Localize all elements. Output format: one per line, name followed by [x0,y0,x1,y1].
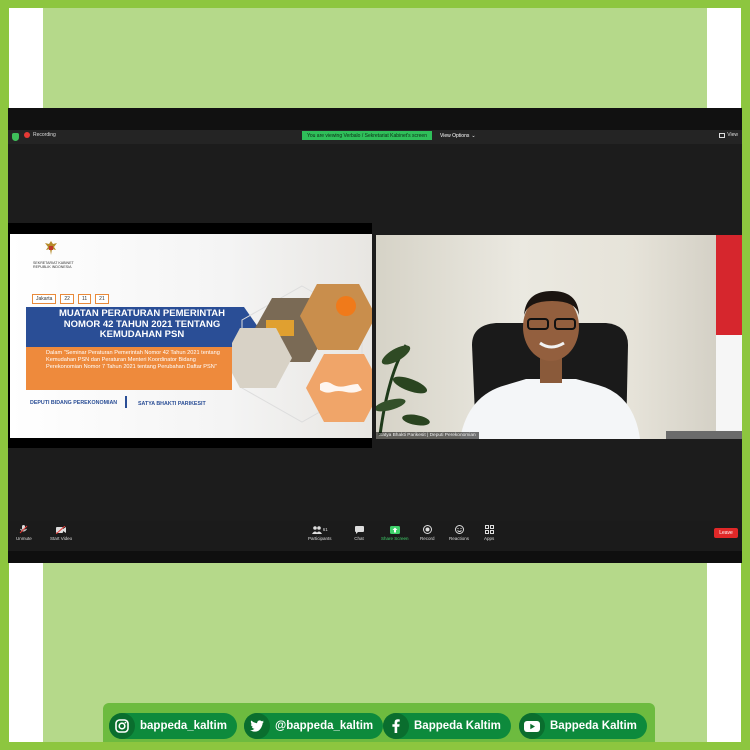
unmute-button[interactable]: Unmute [16,525,32,541]
social-facebook[interactable]: Bappeda Kaltim [383,713,511,739]
share-screen-icon [389,525,400,534]
chat-label: Chat [354,536,364,541]
zoom-window: Recording You are viewing Verbalo / Sekr… [8,108,742,563]
instagram-label: bappeda_kaltim [140,720,227,732]
chat-icon [354,525,364,534]
participants-button[interactable]: 61 Participants [308,525,332,541]
start-video-button[interactable]: Start Video [50,525,72,541]
date-year: 21 [95,294,109,304]
speaker-scene [376,235,742,439]
share-screen-label: Share Screen [381,536,409,541]
participant-video[interactable]: Satya Bhakti Parikesit | Deputi Perekono… [376,235,742,439]
view-button[interactable]: View [719,132,738,138]
smiley-icon [454,525,464,534]
org-line-2: REPUBLIK INDONESIA [33,265,72,270]
apps-button[interactable]: Apps [484,525,494,541]
shared-screen: SEKRETARIAT KABINET REPUBLIK INDONESIA J… [8,223,372,448]
desk-shape [666,431,742,439]
apps-icon [484,525,494,534]
facebook-icon [383,713,409,739]
recording-label: Recording [33,132,56,138]
record-label: Record [420,536,435,541]
date-day: 22 [60,294,74,304]
date-row: Jakarta 22 11 21 [32,294,109,304]
participants-count: 61 [322,527,328,532]
start-video-label: Start Video [50,536,73,541]
twitter-label: @bappeda_kaltim [275,720,374,732]
speaker-name: SATYA BHAKTI PARIKESIT [138,401,206,407]
social-media-bar: bappeda_kaltim @bappeda_kaltim Bappeda K… [103,703,655,742]
viewing-banner: You are viewing Verbalo / Sekretariat Ka… [302,131,432,140]
participants-icon: 61 [309,525,331,534]
flag-icon [716,235,742,439]
social-instagram[interactable]: bappeda_kaltim [109,713,237,739]
plant-icon [376,344,430,436]
view-options-label: View Options [440,132,470,139]
participants-label: Participants [308,536,332,541]
youtube-label: Bappeda Kaltim [550,720,637,732]
social-youtube[interactable]: Bappeda Kaltim [519,713,647,739]
zoom-bottom-strip [8,551,742,563]
helmet-shape [336,296,356,316]
instagram-icon [109,713,135,739]
camera-off-icon [56,525,67,534]
apps-label: Apps [484,536,495,541]
org-name: SEKRETARIAT KABINET REPUBLIK INDONESIA [33,261,74,269]
meeting-toolbar: Unmute Start Video 61 Participants Chat [8,521,742,551]
hexagon-graphics [232,284,372,423]
youtube-icon [519,713,545,739]
slide-subtitle: Dalam "Seminar Peraturan Pemerintah Nomo… [26,347,232,390]
grid-icon [719,132,726,138]
record-dot-icon [24,132,30,138]
date-month: 11 [77,294,92,304]
slide-title: MUATAN PERATURAN PEMERINTAH NOMOR 42 TAH… [26,307,258,347]
presentation-slide: SEKRETARIAT KABINET REPUBLIK INDONESIA J… [10,234,372,438]
shield-icon[interactable] [12,133,19,141]
view-options-button[interactable]: View Options ⌄ [440,131,476,140]
zoom-status-bar: Recording You are viewing Verbalo / Sekr… [8,130,742,144]
chat-button[interactable]: Chat [354,525,364,541]
recording-indicator[interactable]: Recording [24,132,56,138]
reactions-label: Reactions [449,536,470,541]
microphone-muted-icon [19,525,29,534]
chevron-down-icon: ⌄ [471,132,476,139]
facebook-label: Bappeda Kaltim [414,720,501,732]
date-city: Jakarta [32,294,57,304]
record-icon [422,525,432,534]
leave-button[interactable]: Leave [714,528,738,538]
garuda-emblem-icon [45,241,57,255]
social-twitter[interactable]: @bappeda_kaltim [244,713,384,739]
twitter-icon [244,713,270,739]
unmute-label: Unmute [16,536,32,541]
share-screen-button[interactable]: Share Screen [381,525,409,541]
view-label: View [727,132,738,138]
participant-name-label: Satya Bhakti Parikesit | Deputi Perekono… [376,432,479,439]
record-button[interactable]: Record [420,525,435,541]
zoom-top-strip [8,108,742,130]
deputi-label: DEPUTI BIDANG PEREKONOMIAN [30,400,118,406]
reactions-button[interactable]: Reactions [449,525,469,541]
slide-separator [125,396,127,408]
